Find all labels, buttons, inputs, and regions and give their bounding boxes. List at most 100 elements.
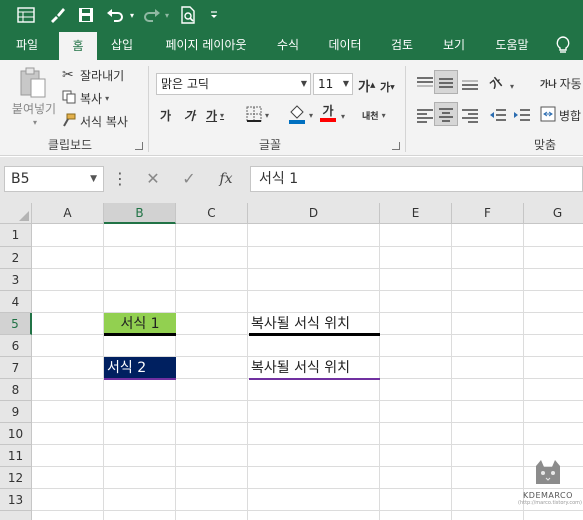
column-header-b[interactable]: B (104, 203, 176, 224)
clipboard-launcher-icon[interactable] (135, 142, 143, 150)
align-center-button[interactable] (434, 102, 458, 126)
chevron-down-icon[interactable]: ▾ (220, 111, 224, 120)
more-icon[interactable]: ⋮ (110, 166, 130, 192)
chevron-down-icon[interactable]: ▾ (309, 111, 313, 120)
watermark-title: KDEMARCO (523, 491, 573, 500)
merge-center-button[interactable]: 병합 (540, 105, 581, 125)
enter-icon[interactable]: ✓ (178, 166, 200, 192)
row-header-12[interactable]: 12 (0, 467, 32, 489)
cell-b7[interactable]: 서식 2 (104, 357, 176, 380)
phonetic-button[interactable]: 내천 ▾ (362, 104, 386, 126)
shrink-font-label: 가 (380, 81, 391, 94)
align-bottom-button[interactable] (460, 72, 480, 94)
orientation-button[interactable]: 가 (484, 71, 507, 95)
column-header-a[interactable]: A (32, 203, 104, 224)
tab-review[interactable]: 검토 (380, 30, 424, 60)
tab-page-layout[interactable]: 페이지 레이아웃 (150, 30, 262, 60)
chevron-down-icon[interactable]: ▼ (90, 167, 97, 191)
chevron-down-icon[interactable]: ▾ (265, 111, 269, 120)
row-header-13[interactable]: 13 (0, 489, 32, 511)
border-button[interactable]: ▾ (246, 105, 269, 125)
brush-icon[interactable] (45, 4, 69, 26)
row-header-8[interactable]: 8 (0, 379, 32, 401)
copy-icon (62, 90, 80, 107)
column-header-f[interactable]: F (452, 203, 524, 224)
underline-button[interactable]: 가 ▾ (206, 104, 224, 126)
row-header-2[interactable]: 2 (0, 247, 32, 269)
tab-help[interactable]: 도움말 (484, 30, 540, 60)
row-header-14[interactable] (0, 511, 32, 520)
wrap-text-button[interactable]: 가나 자동 (540, 73, 582, 93)
format-painter-icon (62, 113, 80, 130)
align-middle-button[interactable] (434, 70, 458, 94)
tab-home[interactable]: 홈 (59, 32, 97, 60)
formula-input[interactable]: 서식 1 (250, 166, 583, 192)
column-header-e[interactable]: E (380, 203, 452, 224)
copy-dropdown-icon[interactable]: ▾ (105, 94, 109, 103)
cell-d5[interactable]: 복사될 서식 위치 (249, 313, 380, 336)
tab-insert[interactable]: 삽입 (100, 30, 144, 60)
row-header-10[interactable]: 10 (0, 423, 32, 445)
insert-function-icon[interactable]: fx (214, 166, 238, 192)
copy-button[interactable]: 복사 ▾ (62, 88, 109, 108)
cancel-icon[interactable]: ✕ (142, 166, 164, 192)
grid-line (32, 510, 583, 511)
chevron-down-icon[interactable]: ▾ (338, 106, 345, 126)
row-header-4[interactable]: 4 (0, 291, 32, 313)
font-name-select[interactable]: 맑은 고딕 ▼ (156, 73, 311, 95)
cell-d7[interactable]: 복사될 서식 위치 (249, 357, 380, 380)
column-header-c[interactable]: C (176, 203, 248, 224)
row-header-6[interactable]: 6 (0, 335, 32, 357)
format-painter-button[interactable]: 서식 복사 (62, 111, 128, 131)
watermark: KDEMARCO (http://marco.tistory.com) (518, 458, 582, 506)
row-header-5[interactable]: 5 (0, 313, 32, 335)
column-header-g[interactable]: G (524, 203, 583, 224)
paste-button[interactable]: 붙여넣기 (8, 100, 60, 116)
column-header-d[interactable]: D (248, 203, 380, 224)
ribbon-tabs: 파일 홈 삽입 페이지 레이아웃 수식 데이터 검토 보기 도움말 (0, 30, 583, 60)
cell-b5[interactable]: 서식 1 (104, 313, 176, 336)
tab-formulas[interactable]: 수식 (266, 30, 310, 60)
align-right-button[interactable] (460, 104, 480, 126)
lightbulb-icon[interactable] (548, 30, 578, 60)
group-divider (405, 66, 406, 152)
print-preview-icon[interactable] (177, 4, 199, 26)
font-color-button[interactable]: 가 (320, 104, 336, 126)
sheet-icon[interactable] (14, 4, 38, 26)
cut-button[interactable]: ✂ 잘라내기 (62, 65, 124, 85)
row-header-11[interactable]: 11 (0, 445, 32, 467)
row-header-9[interactable]: 9 (0, 401, 32, 423)
paste-dropdown-icon[interactable]: ▾ (30, 116, 40, 128)
font-launcher-icon[interactable] (392, 142, 400, 150)
chevron-down-icon[interactable]: ▾ (382, 111, 386, 120)
decrease-indent-icon[interactable] (488, 104, 508, 126)
align-top-button[interactable] (415, 72, 435, 94)
select-all-icon (19, 211, 29, 221)
watermark-subtitle: (http://marco.tistory.com) (518, 500, 582, 506)
shrink-font-button[interactable]: 가 ▼ (380, 77, 395, 97)
italic-button[interactable]: 가 (184, 104, 195, 126)
name-box[interactable]: B5 ▼ (4, 166, 104, 192)
row-header-3[interactable]: 3 (0, 269, 32, 291)
undo-icon[interactable] (104, 4, 126, 26)
grow-font-button[interactable]: 가 ▲ (358, 75, 375, 95)
select-all-button[interactable] (0, 203, 32, 224)
tab-file[interactable]: 파일 (0, 30, 54, 60)
tab-view[interactable]: 보기 (432, 30, 476, 60)
row-header-7[interactable]: 7 (0, 357, 32, 379)
ribbon: 붙여넣기 ▾ ✂ 잘라내기 복사 ▾ 서식 복사 클립보드 맑은 고딕 ▼ 11… (0, 60, 583, 156)
customize-icon[interactable] (206, 4, 222, 26)
paste-icon[interactable] (12, 66, 52, 100)
font-size-select[interactable]: 11 ▼ (313, 73, 353, 95)
tab-data[interactable]: 데이터 (318, 30, 372, 60)
row-header-1[interactable]: 1 (0, 224, 32, 247)
formula-bar: B5 ▼ ⋮ ✕ ✓ fx 서식 1 (0, 157, 583, 203)
save-icon[interactable] (74, 4, 98, 26)
align-left-button[interactable] (415, 104, 435, 126)
bold-button[interactable]: 가 (160, 104, 171, 126)
increase-indent-icon[interactable] (512, 104, 532, 126)
name-box-value: B5 (11, 171, 30, 187)
chevron-down-icon[interactable]: ▾ (507, 76, 514, 96)
undo-dropdown-icon[interactable]: ▾ (127, 4, 137, 26)
fill-color-button[interactable]: ▾ (288, 104, 313, 126)
